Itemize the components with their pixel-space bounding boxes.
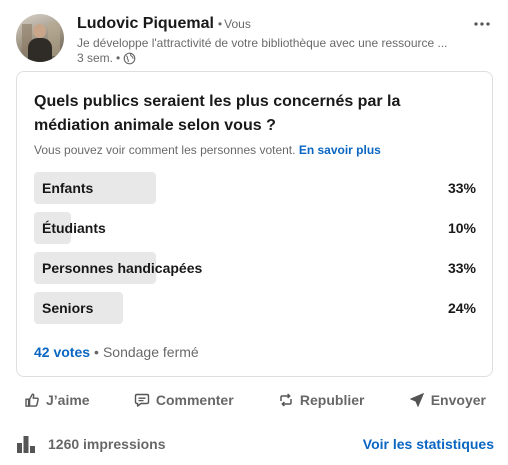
poll-option-label: Seniors <box>42 300 94 316</box>
comment-bubble-icon <box>134 393 150 407</box>
more-horizontal-icon <box>474 22 490 26</box>
poll-option[interactable]: Étudiants 10% <box>34 212 476 244</box>
like-button[interactable]: J’aime <box>16 384 98 416</box>
visibility-text: Vous pouvez voir comment les personnes v… <box>34 143 296 157</box>
poll-option-percent: 24% <box>447 300 476 316</box>
globe-icon <box>123 52 136 65</box>
thumbs-up-icon <box>25 393 39 407</box>
impressions[interactable]: 1260 impressions <box>16 432 166 456</box>
author-name[interactable]: Ludovic Piquemal <box>77 15 214 32</box>
poll-option-percent: 33% <box>447 180 476 196</box>
poll-footer: 42 votes • Sondage fermé <box>34 342 199 362</box>
send-plane-icon <box>409 393 424 407</box>
poll-option-percent: 10% <box>447 220 476 236</box>
poll-option[interactable]: Enfants 33% <box>34 172 476 204</box>
more-options-button[interactable] <box>470 14 494 34</box>
like-label: J’aime <box>46 392 90 408</box>
comment-label: Commenter <box>155 392 234 408</box>
poll-option[interactable]: Seniors 24% <box>34 292 476 324</box>
poll-status: Sondage fermé <box>102 344 199 360</box>
repost-button[interactable]: Republier <box>270 384 373 416</box>
poll-visibility-note: Vous pouvez voir comment les personnes v… <box>34 142 381 158</box>
post-stats: 1260 impressions Voir les statistiques <box>16 432 494 456</box>
author-separator: • <box>217 17 223 31</box>
send-label: Envoyer <box>430 392 486 408</box>
poll-option-label: Étudiants <box>42 220 106 236</box>
learn-more-link[interactable]: En savoir plus <box>299 143 381 157</box>
poll-option-label: Enfants <box>42 180 94 196</box>
author-relation: Vous <box>224 17 251 31</box>
post-meta: 3 sem. • <box>77 50 136 66</box>
post-header: Ludovic Piquemal • Vous Je développe l'att… <box>16 14 494 66</box>
post-time: 3 sem. <box>77 51 114 65</box>
poll-option-label: Personnes handicapées <box>42 260 203 276</box>
poll-votes-link[interactable]: 42 votes <box>34 344 90 360</box>
meta-separator: • <box>116 51 121 65</box>
bar-chart-icon <box>17 436 35 453</box>
avatar-body <box>28 38 52 62</box>
poll-footer-separator: • <box>94 344 99 360</box>
post-actions: J’aime Commenter Republier Envoyer <box>16 384 494 416</box>
author-line: Ludovic Piquemal • Vous <box>77 14 251 34</box>
repost-arrows-icon <box>280 393 292 407</box>
send-button[interactable]: Envoyer <box>401 384 494 416</box>
avatar-head <box>33 24 46 38</box>
view-stats-link[interactable]: Voir les statistiques <box>363 432 494 456</box>
poll-card: Quels publics seraient les plus concerné… <box>16 71 493 377</box>
avatar[interactable] <box>16 14 64 62</box>
poll-option-percent: 33% <box>447 260 476 276</box>
repost-label: Republier <box>299 392 365 408</box>
author-headline: Je développe l'attractivité de votre bib… <box>77 36 448 50</box>
poll-question: Quels publics seraient les plus concerné… <box>34 93 401 134</box>
impressions-count: 1260 impressions <box>48 436 166 452</box>
poll-option[interactable]: Personnes handicapées 33% <box>34 252 476 284</box>
comment-button[interactable]: Commenter <box>126 384 242 416</box>
